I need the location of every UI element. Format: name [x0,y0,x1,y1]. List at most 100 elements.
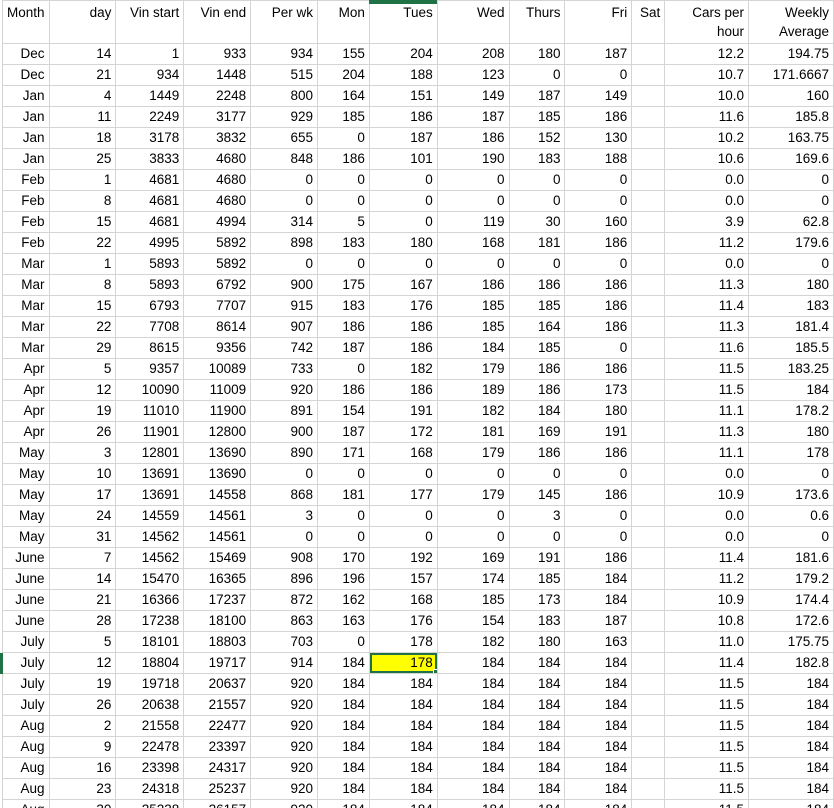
grid-cell[interactable]: May [3,464,50,485]
grid-cell[interactable]: 920 [251,737,318,758]
grid-cell[interactable]: 184 [565,653,632,674]
grid-cell[interactable]: 170 [317,548,369,569]
grid-cell[interactable]: 733 [251,359,318,380]
grid-cell[interactable]: 515 [251,65,318,86]
column-header-thurs[interactable]: Thurs [509,1,565,44]
grid-cell[interactable]: 12 [49,653,116,674]
grid-cell[interactable]: 180 [509,44,565,65]
grid-cell[interactable] [632,737,665,758]
grid-cell[interactable]: 3 [509,506,565,527]
grid-cell[interactable]: 184 [437,674,509,695]
column-header-vin-end[interactable]: Vin end [184,1,251,44]
grid-cell[interactable]: 169.6 [749,149,834,170]
grid-cell[interactable]: 186 [565,485,632,506]
grid-cell[interactable]: 185 [509,296,565,317]
grid-cell[interactable]: 184 [437,737,509,758]
grid-cell[interactable]: 6793 [116,296,184,317]
grid-cell[interactable]: 929 [251,107,318,128]
grid-cell[interactable]: 7707 [184,296,251,317]
grid-cell[interactable]: 11.5 [665,779,749,800]
grid-cell[interactable]: 800 [251,86,318,107]
grid-cell[interactable]: 2248 [184,86,251,107]
grid-cell[interactable]: June [3,548,50,569]
grid-cell[interactable]: 152 [509,128,565,149]
grid-cell[interactable]: 184 [437,695,509,716]
grid-cell[interactable]: 12800 [184,422,251,443]
grid-cell[interactable]: 185.8 [749,107,834,128]
grid-cell[interactable]: 26 [49,695,116,716]
grid-cell[interactable]: 0.0 [665,464,749,485]
grid-cell[interactable]: 151 [369,86,437,107]
grid-cell[interactable]: 173 [565,380,632,401]
grid-cell[interactable]: 187 [369,128,437,149]
grid-cell[interactable]: 182 [369,359,437,380]
selected-cell[interactable]: 178 [369,653,437,674]
grid-cell[interactable]: Aug [3,800,50,808]
grid-cell[interactable]: 176 [369,296,437,317]
grid-cell[interactable]: 187 [437,107,509,128]
grid-cell[interactable]: 186 [565,548,632,569]
grid-cell[interactable]: Aug [3,716,50,737]
grid-cell[interactable]: 848 [251,149,318,170]
grid-cell[interactable]: 174 [437,569,509,590]
grid-cell[interactable]: 25237 [184,779,251,800]
grid-cell[interactable]: 130 [565,128,632,149]
grid-cell[interactable]: 186 [565,107,632,128]
grid-cell[interactable]: 14 [49,44,116,65]
grid-cell[interactable]: 19717 [184,653,251,674]
grid-cell[interactable]: 3833 [116,149,184,170]
grid-cell[interactable]: 186 [437,128,509,149]
grid-cell[interactable]: 0 [317,170,369,191]
grid-cell[interactable]: 12.2 [665,44,749,65]
grid-cell[interactable]: 26 [49,422,116,443]
grid-cell[interactable]: 184 [509,653,565,674]
grid-cell[interactable]: 0 [565,65,632,86]
grid-cell[interactable]: 184 [369,779,437,800]
grid-cell[interactable]: 890 [251,443,318,464]
grid-cell[interactable]: 5 [49,632,116,653]
grid-cell[interactable]: 0 [437,191,509,212]
grid-cell[interactable]: 5 [49,359,116,380]
grid-cell[interactable]: 863 [251,611,318,632]
grid-cell[interactable]: 186 [565,275,632,296]
grid-cell[interactable]: 11.6 [665,338,749,359]
grid-cell[interactable]: 184 [749,695,834,716]
column-header-tues[interactable]: Tues [369,1,437,44]
grid-cell[interactable]: 0 [509,464,565,485]
grid-cell[interactable] [632,779,665,800]
grid-cell[interactable]: 908 [251,548,318,569]
grid-cell[interactable] [632,464,665,485]
grid-cell[interactable]: 1 [49,254,116,275]
grid-cell[interactable]: 185 [509,338,565,359]
grid-cell[interactable]: 184 [509,800,565,808]
grid-cell[interactable]: 13691 [116,464,184,485]
grid-cell[interactable] [632,296,665,317]
grid-cell[interactable]: 123 [437,65,509,86]
grid-cell[interactable] [632,443,665,464]
grid-cell[interactable]: July [3,632,50,653]
grid-cell[interactable]: 0 [749,254,834,275]
grid-cell[interactable]: 184 [749,758,834,779]
grid-cell[interactable]: 920 [251,674,318,695]
grid-cell[interactable]: 184 [437,800,509,808]
grid-cell[interactable]: 11.5 [665,380,749,401]
grid-cell[interactable]: 18 [49,128,116,149]
grid-cell[interactable]: 17237 [184,590,251,611]
grid-cell[interactable]: 3178 [116,128,184,149]
grid-cell[interactable]: 194.75 [749,44,834,65]
grid-cell[interactable]: 169 [509,422,565,443]
grid-cell[interactable] [632,338,665,359]
grid-cell[interactable]: 934 [251,44,318,65]
column-header-fri[interactable]: Fri [565,1,632,44]
grid-cell[interactable]: 208 [437,44,509,65]
grid-cell[interactable]: 920 [251,695,318,716]
grid-cell[interactable]: 8 [49,275,116,296]
grid-cell[interactable]: 10.0 [665,86,749,107]
grid-cell[interactable]: 0 [437,464,509,485]
grid-cell[interactable]: Jan [3,86,50,107]
grid-cell[interactable]: 186 [565,317,632,338]
grid-cell[interactable]: 16365 [184,569,251,590]
grid-cell[interactable]: 21557 [184,695,251,716]
grid-cell[interactable]: 0.0 [665,170,749,191]
grid-cell[interactable]: 184 [317,779,369,800]
